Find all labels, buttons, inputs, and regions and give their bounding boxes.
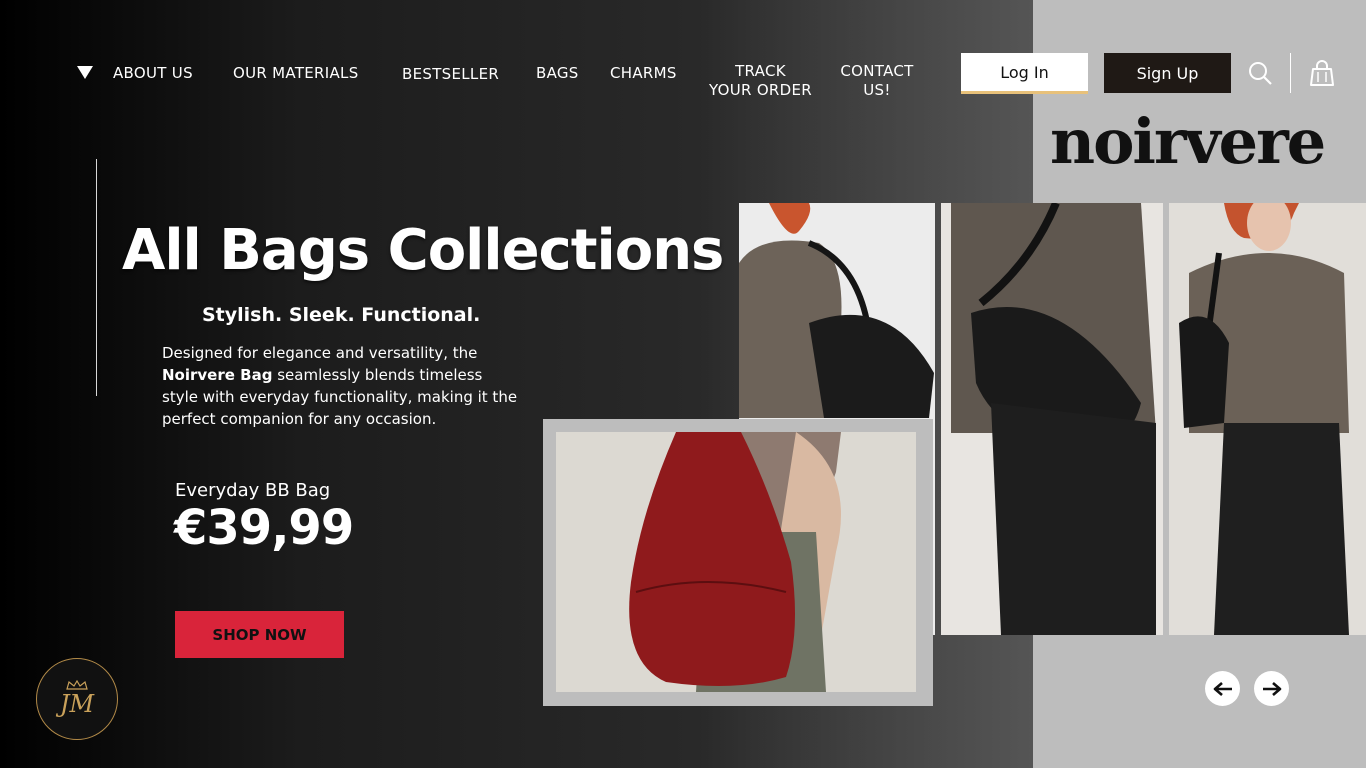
nav-contact-line1: CONTACT	[840, 62, 914, 80]
hero-title: All Bags Collections	[122, 218, 724, 283]
arrow-left-icon[interactable]	[1205, 671, 1240, 706]
nav-about-us[interactable]: ABOUT US	[113, 64, 193, 83]
nav-track-order[interactable]: TRACK YOUR ORDER	[703, 62, 818, 100]
shop-now-button[interactable]: SHOP NOW	[175, 611, 344, 658]
search-icon[interactable]	[1244, 57, 1276, 89]
nav-track-line2: YOUR ORDER	[709, 81, 812, 99]
hero-desc-part1: Designed for elegance and versatility, t…	[162, 344, 478, 362]
hero-subtitle: Stylish. Sleek. Functional.	[202, 304, 481, 326]
hero-description: Designed for elegance and versatility, t…	[162, 342, 522, 430]
login-button[interactable]: Log In	[961, 53, 1088, 94]
jm-badge-logo: JM	[36, 658, 118, 740]
signup-button[interactable]: Sign Up	[1104, 53, 1231, 93]
shopping-bag-icon[interactable]	[1306, 57, 1338, 89]
arrow-right-icon[interactable]	[1254, 671, 1289, 706]
nav-bags[interactable]: BAGS	[536, 64, 579, 83]
badge-text: JM	[59, 690, 95, 718]
caret-down-icon[interactable]	[77, 66, 93, 79]
nav-contact-us[interactable]: CONTACT US!	[835, 62, 919, 100]
featured-product-photo	[556, 432, 916, 692]
product-photo-3	[1169, 203, 1366, 635]
nav-charms[interactable]: CHARMS	[610, 64, 677, 83]
crown-icon	[66, 680, 88, 690]
nav-track-line1: TRACK	[735, 62, 786, 80]
product-price: €39,99	[174, 500, 354, 556]
product-name: Everyday BB Bag	[175, 480, 331, 501]
product-photo-2	[941, 203, 1163, 635]
hero-desc-brand: Noirvere Bag	[162, 366, 273, 384]
nav-bestseller[interactable]: BESTSELLER	[402, 65, 499, 84]
nav-contact-line2: US!	[863, 81, 891, 99]
nav-divider	[1290, 53, 1291, 93]
nav-our-materials[interactable]: OUR MATERIALS	[233, 64, 359, 83]
hero-divider	[96, 159, 97, 396]
brand-logo[interactable]: noirvere	[1050, 105, 1326, 178]
